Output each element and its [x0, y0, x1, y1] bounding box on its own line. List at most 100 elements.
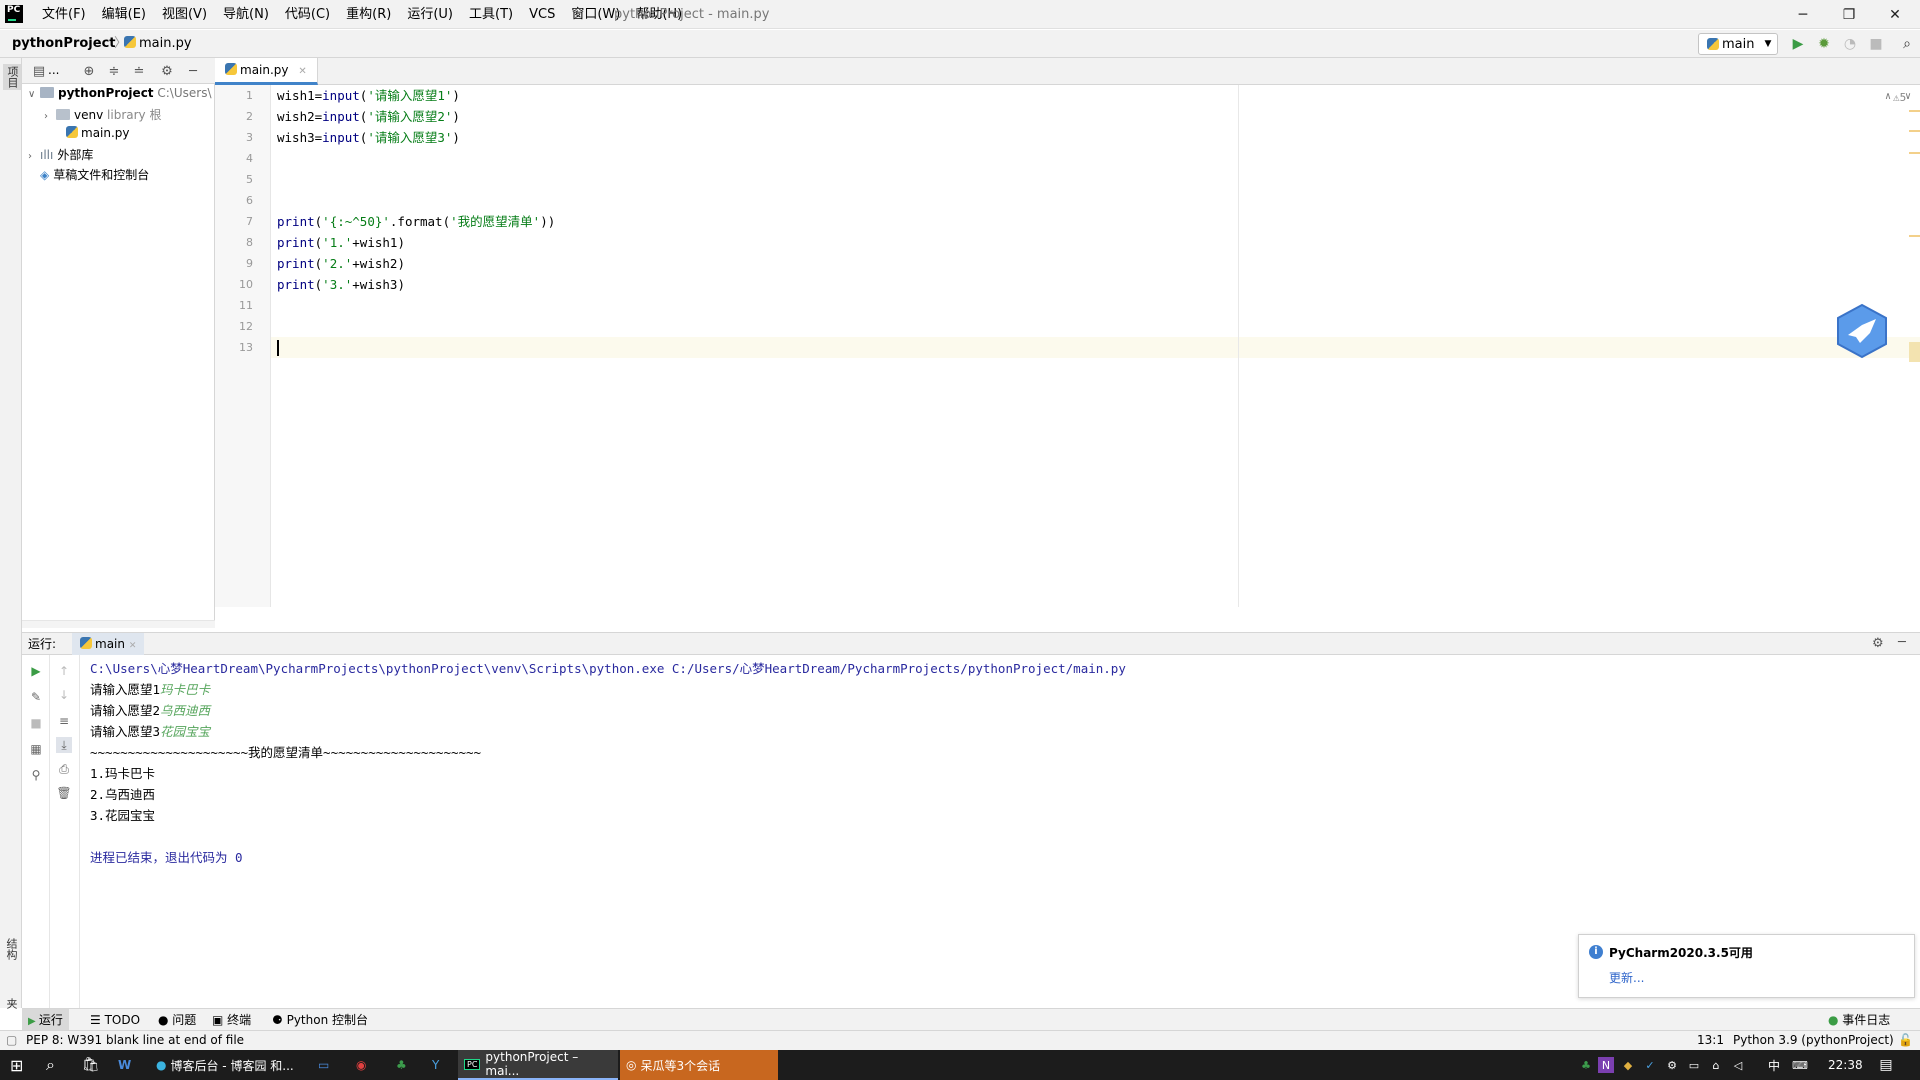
clock[interactable]: 22:38 [1828, 1050, 1863, 1080]
print-icon[interactable]: ⎙ [56, 761, 72, 777]
minimize-button[interactable]: ─ [1780, 0, 1826, 29]
ime-indicator[interactable]: 中 [1768, 1050, 1780, 1080]
close-tab-icon[interactable]: ✕ [129, 641, 137, 651]
update-link[interactable]: 更新... [1609, 969, 1644, 986]
store-icon[interactable]: 🛍 [82, 1050, 100, 1080]
menu-vcs[interactable]: VCS [521, 0, 563, 29]
interpreter-selector[interactable]: Python 3.9 (pythonProject) [1733, 1033, 1894, 1047]
menu-view[interactable]: 视图(V) [154, 0, 215, 29]
tree-item-scratches[interactable]: ◈ 草稿文件和控制台 [22, 166, 215, 186]
pin-icon[interactable]: ⚲ [28, 767, 44, 783]
tree-item-venv[interactable]: › venv library 根 [22, 106, 215, 126]
tray-app-icon[interactable]: ♣ [1578, 1057, 1594, 1073]
run-config-select[interactable]: main ▼ [1698, 33, 1778, 55]
project-scrollbar[interactable] [22, 620, 215, 628]
tool-tab-todo-label: TODO [104, 1013, 141, 1027]
tray-app-icon[interactable]: ◆ [1620, 1057, 1636, 1073]
coverage-icon[interactable]: ◔ [1841, 35, 1859, 53]
gear-icon[interactable]: ⚙ [1872, 636, 1884, 651]
tool-tab-event-log[interactable]: ● 事件日志 [1822, 1009, 1896, 1031]
lock-icon[interactable]: 🔓 [1898, 1033, 1913, 1047]
trash-icon[interactable]: 🗑 [56, 785, 72, 801]
tool-tab-todo[interactable]: ☰ TODO [84, 1009, 146, 1031]
stop-icon[interactable]: ■ [1867, 35, 1885, 53]
gear-icon[interactable]: ⚙ [158, 62, 176, 80]
close-button[interactable]: ✕ [1872, 0, 1918, 29]
menu-refactor[interactable]: 重构(R) [338, 0, 399, 29]
error-stripe-marker[interactable] [1909, 342, 1920, 362]
arrow-down-icon[interactable]: ↓ [56, 687, 72, 703]
windows-start-icon[interactable]: ⊞ [10, 1050, 23, 1080]
status-toggle-icon[interactable]: ▢ [6, 1033, 17, 1047]
error-stripe-marker[interactable] [1909, 235, 1920, 237]
hide-icon[interactable]: ─ [184, 62, 202, 80]
wrench-icon[interactable]: ✎ [28, 689, 44, 705]
rerun-icon[interactable]: ▶ [28, 663, 44, 679]
netease-icon[interactable]: ◉ [356, 1050, 366, 1080]
project-view-dropdown[interactable]: ... [48, 63, 59, 77]
tab-main-py[interactable]: main.py ✕ [215, 58, 318, 85]
word-icon[interactable]: W [118, 1050, 131, 1080]
menu-file[interactable]: 文件(F) [34, 0, 94, 29]
scroll-to-end-icon[interactable]: ⤓ [56, 737, 72, 753]
tray-bird-icon[interactable]: ✓ [1642, 1057, 1658, 1073]
layout-icon[interactable]: ▦ [28, 741, 44, 757]
menu-run[interactable]: 运行(U) [399, 0, 461, 29]
console-result: 2.乌西迪西 [90, 787, 156, 802]
taskbar-app-chat[interactable]: ◎ 呆瓜等3个会话 [620, 1050, 778, 1080]
keyboard-icon[interactable]: ⌨ [1792, 1057, 1808, 1073]
run-icon[interactable]: ▶ [1789, 35, 1807, 53]
project-tool-tab[interactable]: 项目 [3, 64, 21, 90]
python-icon [1707, 38, 1719, 50]
desktop-icon[interactable]: ▭ [318, 1050, 329, 1080]
tree-item-external-libs[interactable]: › ıllı 外部库 [22, 146, 215, 166]
search-icon[interactable]: ⌕ [46, 1050, 55, 1080]
tree-root[interactable]: ∨ pythonProject C:\Users\ [22, 86, 215, 106]
run-tab-main[interactable]: main ✕ [72, 633, 145, 655]
tree-app-icon[interactable]: ♣ [396, 1050, 407, 1080]
close-tab-icon[interactable]: ✕ [298, 66, 306, 77]
battery-icon[interactable]: ▭ [1686, 1057, 1702, 1073]
hide-icon[interactable]: ─ [1898, 635, 1906, 650]
notification-center-icon[interactable]: ▤ [1878, 1057, 1894, 1073]
menu-edit[interactable]: 编辑(E) [94, 0, 154, 29]
menu-navigate[interactable]: 导航(N) [215, 0, 277, 29]
onenote-icon[interactable]: N [1598, 1057, 1614, 1073]
chevron-up-icon[interactable]: ∧ [1885, 91, 1891, 102]
taskbar-app-browser[interactable]: ● 博客后台 - 博客园 和... [150, 1050, 310, 1080]
menu-code[interactable]: 代码(C) [277, 0, 338, 29]
stop-icon[interactable]: ■ [28, 715, 44, 731]
tool-tab-python-console-label: Python 控制台 [286, 1013, 368, 1027]
taskbar-app-pycharm[interactable]: PC pythonProject – mai... [458, 1050, 618, 1080]
tray-gear-icon[interactable]: ⚙ [1664, 1057, 1680, 1073]
error-stripe-marker[interactable] [1909, 110, 1920, 112]
code-editor[interactable]: wish1=input('请输入愿望1') wish2=input('请输入愿望… [271, 85, 1920, 607]
volume-icon[interactable]: ◁ [1730, 1057, 1746, 1073]
locate-icon[interactable]: ⊕ [80, 62, 98, 80]
breadcrumb-file[interactable]: main.py [124, 30, 192, 58]
breadcrumb-project[interactable]: pythonProject [12, 30, 116, 58]
menu-tools[interactable]: 工具(T) [461, 0, 521, 29]
tool-tab-problems[interactable]: ● 问题 [152, 1009, 202, 1031]
network-icon[interactable]: ⌂ [1708, 1057, 1724, 1073]
structure-tool-tab[interactable]: 结构 [3, 938, 19, 960]
collapse-all-icon[interactable]: ≐ [130, 62, 148, 80]
library-icon: ıllı [40, 148, 54, 162]
caret-position[interactable]: 13:1 [1697, 1033, 1724, 1047]
expand-all-icon[interactable]: ≑ [105, 62, 123, 80]
tool-tab-python-console[interactable]: ⚈ Python 控制台 [266, 1009, 374, 1031]
error-stripe-marker[interactable] [1909, 130, 1920, 132]
floating-assistant-icon[interactable] [1836, 303, 1888, 359]
chevron-down-icon[interactable]: ∨ [1905, 91, 1911, 102]
search-icon[interactable]: ⌕ [1898, 35, 1916, 53]
arrow-up-icon[interactable]: ↑ [56, 663, 72, 679]
error-stripe-marker[interactable] [1909, 152, 1920, 154]
project-view-icon[interactable]: ▤ [30, 62, 48, 80]
debug-icon[interactable]: ✹ [1815, 35, 1833, 53]
tool-tab-terminal[interactable]: ▣ 终端 [206, 1009, 257, 1031]
restore-button[interactable]: ❐ [1826, 0, 1872, 29]
tool-tab-run[interactable]: ▶ 运行 [22, 1009, 69, 1031]
app-icon[interactable]: Y [432, 1050, 439, 1080]
soft-wrap-icon[interactable]: ≡ [56, 713, 72, 729]
tree-item-main[interactable]: main.py [22, 126, 215, 146]
